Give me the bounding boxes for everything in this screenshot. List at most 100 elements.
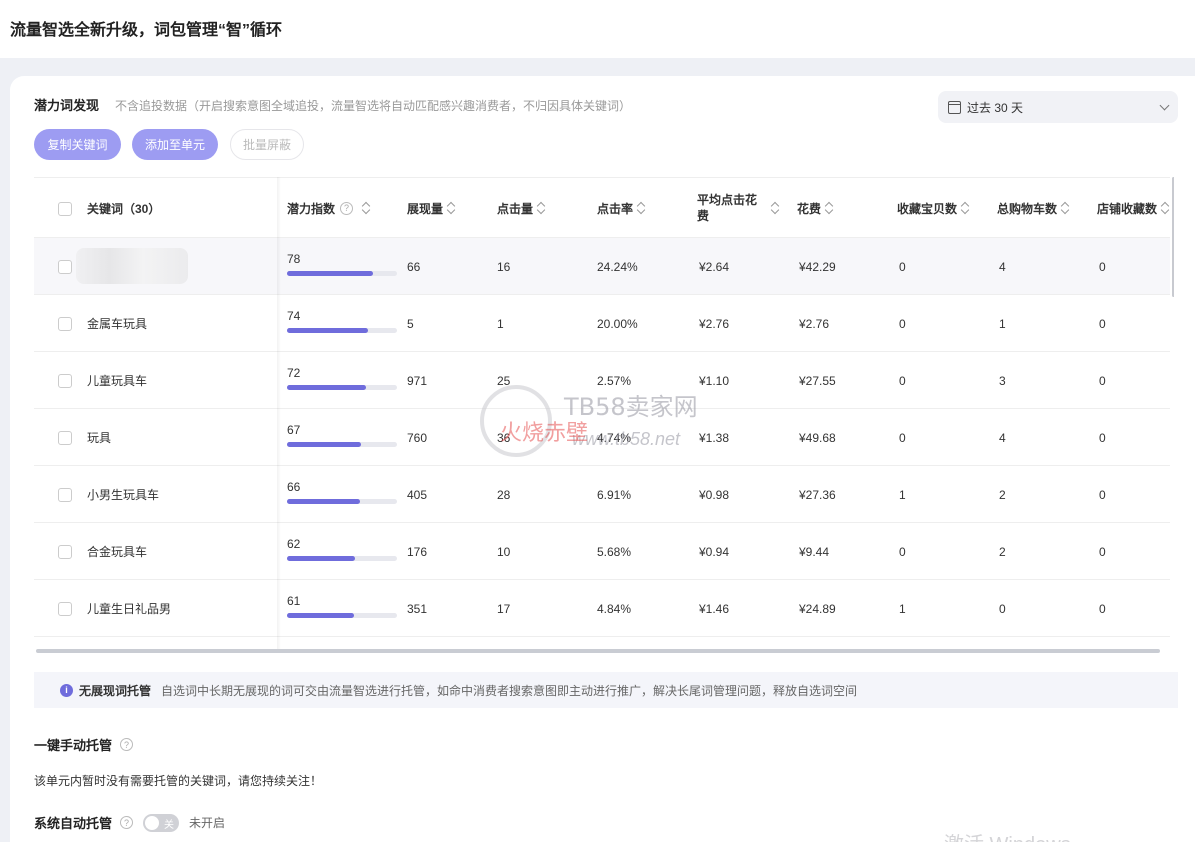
avg-cpc-cell: ¥0.98 — [699, 487, 730, 502]
impressions-cell: 66 — [407, 259, 421, 274]
keyword-cell: 儿童玩具车 — [87, 374, 148, 388]
cost-cell: ¥24.89 — [799, 601, 836, 616]
row-checkbox[interactable] — [58, 545, 72, 559]
table-row[interactable]: 儿童生日礼品男 61 351 17 4.84% ¥1.46 ¥24.89 1 0 0 — [34, 580, 1170, 637]
row-checkbox[interactable] — [58, 374, 72, 388]
keyword-cell: 儿童生日礼品男 — [87, 602, 172, 616]
table-row[interactable]: 合金玩具车 62 176 10 5.68% ¥0.94 ¥9.44 0 2 0 — [34, 523, 1170, 580]
potential-bar — [287, 499, 397, 504]
cart-total-cell: 0 — [999, 601, 1006, 616]
col-cost-label: 花费 — [797, 201, 822, 216]
keyword-cell: 合金玩具车 — [87, 545, 148, 559]
select-all-checkbox[interactable] — [58, 202, 72, 216]
top-bar: 流量智选全新升级，词包管理“智”循环 — [0, 0, 1195, 58]
col-fav-items[interactable]: 收藏宝贝数 — [897, 178, 969, 238]
auto-hosting-toggle[interactable]: 关 — [143, 813, 180, 832]
potential-value: 78 — [287, 252, 301, 266]
col-ctr-label: 点击率 — [597, 201, 634, 216]
impressions-cell: 971 — [407, 373, 428, 388]
table-row[interactable]: 小男生玩具车 66 405 28 6.91% ¥0.98 ¥27.36 1 2 0 — [34, 466, 1170, 523]
cost-cell: ¥42.29 — [799, 259, 836, 274]
ctr-cell: 5.68% — [597, 544, 632, 559]
ctr-cell: 4.74% — [597, 430, 632, 445]
auto-hosting-header: 系统自动托管 ? 关 未开启 — [34, 813, 225, 832]
avg-cpc-cell: ¥1.46 — [699, 601, 730, 616]
batch-block-button[interactable]: 批量屏蔽 — [230, 129, 304, 160]
col-shop-fav[interactable]: 店铺收藏数 — [1097, 178, 1169, 238]
potential-value: 72 — [287, 366, 301, 380]
main-card: 潜力词发现 不含追投数据（开启搜索意图全域追投，流量智选将自动匹配感兴趣消费者，… — [10, 76, 1195, 842]
row-checkbox[interactable] — [58, 260, 72, 274]
row-checkbox[interactable] — [58, 602, 72, 616]
help-icon[interactable]: ? — [120, 816, 134, 829]
auto-hosting-title: 系统自动托管 — [34, 816, 113, 831]
potential-value: 62 — [287, 537, 301, 551]
potential-bar — [287, 328, 397, 333]
col-avg-cpc[interactable]: 平均点击花费 — [697, 178, 787, 238]
help-icon[interactable]: ? — [340, 201, 354, 215]
row-checkbox[interactable] — [58, 317, 72, 331]
sort-icon[interactable] — [362, 202, 370, 214]
vertical-scrollbar[interactable] — [1172, 177, 1174, 297]
manual-hosting-text: 该单元内暂时没有需要托管的关键词，请您持续关注！ — [34, 774, 323, 788]
shop-fav-cell: 0 — [1099, 601, 1106, 616]
col-cart-total-label: 总购物车数 — [997, 201, 1058, 216]
date-range-select[interactable]: 过去 30 天 — [938, 91, 1178, 123]
sort-icon[interactable] — [637, 202, 645, 214]
row-checkbox[interactable] — [58, 431, 72, 445]
col-cost[interactable]: 花费 — [797, 178, 833, 238]
potential-value: 61 — [287, 594, 301, 608]
keyword-cell: 小男生玩具车 — [87, 488, 160, 502]
cost-cell: ¥27.55 — [799, 373, 836, 388]
impressions-cell: 176 — [407, 544, 428, 559]
col-ctr[interactable]: 点击率 — [597, 178, 645, 238]
auto-hosting-state: 未开启 — [189, 816, 226, 830]
row-checkbox[interactable] — [58, 488, 72, 502]
cart-total-cell: 2 — [999, 544, 1006, 559]
potential-index: 67 — [287, 423, 397, 447]
sort-icon[interactable] — [537, 202, 545, 214]
impressions-cell: 5 — [407, 316, 414, 331]
table-header: 关键词（30） 潜力指数 ? 展现量 点击量 点击率 平均点击花费 花费 收藏宝… — [34, 177, 1170, 238]
ctr-cell: 24.24% — [597, 259, 638, 274]
sort-icon[interactable] — [825, 202, 833, 214]
sort-icon[interactable] — [1161, 202, 1169, 214]
sort-icon[interactable] — [961, 202, 969, 214]
col-clicks[interactable]: 点击量 — [497, 178, 545, 238]
col-impressions[interactable]: 展现量 — [407, 178, 455, 238]
col-avg-cpc-label: 平均点击花费 — [697, 193, 758, 223]
col-potential[interactable]: 潜力指数 ? — [287, 178, 370, 238]
col-shop-fav-label: 店铺收藏数 — [1097, 201, 1158, 216]
horizontal-scrollbar[interactable] — [36, 649, 1160, 653]
notice-text: 自选词中长期无展现的词可交由流量智选进行托管，如命中消费者搜索意图即主动进行推广… — [161, 683, 858, 698]
clicks-cell: 10 — [497, 544, 511, 559]
col-cart-total[interactable]: 总购物车数 — [997, 178, 1069, 238]
os-activation-watermark: 激活 Windows — [944, 828, 1071, 842]
avg-cpc-cell: ¥1.10 — [699, 373, 730, 388]
sort-icon[interactable] — [447, 202, 455, 214]
notice-title: 无展现词托管 — [79, 683, 152, 698]
impressions-cell: 760 — [407, 430, 428, 445]
sort-icon[interactable] — [1061, 202, 1069, 214]
copy-keywords-button[interactable]: 复制关键词 — [34, 129, 121, 160]
potential-value: 74 — [287, 309, 301, 323]
table-row[interactable]: 金属车玩具 74 5 1 20.00% ¥2.76 ¥2.76 0 1 0 — [34, 295, 1170, 352]
col-potential-label: 潜力指数 — [287, 201, 336, 216]
chevron-down-icon — [1159, 100, 1170, 110]
potential-bar-fill — [287, 328, 369, 333]
impressions-cell: 351 — [407, 601, 428, 616]
fav-items-cell: 0 — [899, 316, 906, 331]
add-to-unit-button[interactable]: 添加至单元 — [132, 129, 218, 160]
help-icon[interactable]: ? — [120, 738, 134, 751]
page-title: 流量智选全新升级，词包管理“智”循环 — [10, 22, 283, 39]
toggle-label: 关 — [164, 819, 175, 831]
table-row[interactable]: 儿童玩具车 72 971 25 2.57% ¥1.10 ¥27.55 0 3 0 — [34, 352, 1170, 409]
impressions-cell: 405 — [407, 487, 428, 502]
shop-fav-cell: 0 — [1099, 259, 1106, 274]
table-row[interactable]: 玩具 67 760 36 4.74% ¥1.38 ¥49.68 0 4 0 — [34, 409, 1170, 466]
sort-icon[interactable] — [771, 202, 779, 214]
potential-bar-fill — [287, 385, 367, 390]
table-row[interactable]: 78 66 16 24.24% ¥2.64 ¥42.29 0 4 0 — [34, 238, 1170, 295]
potential-bar — [287, 556, 397, 561]
ctr-cell: 20.00% — [597, 316, 638, 331]
